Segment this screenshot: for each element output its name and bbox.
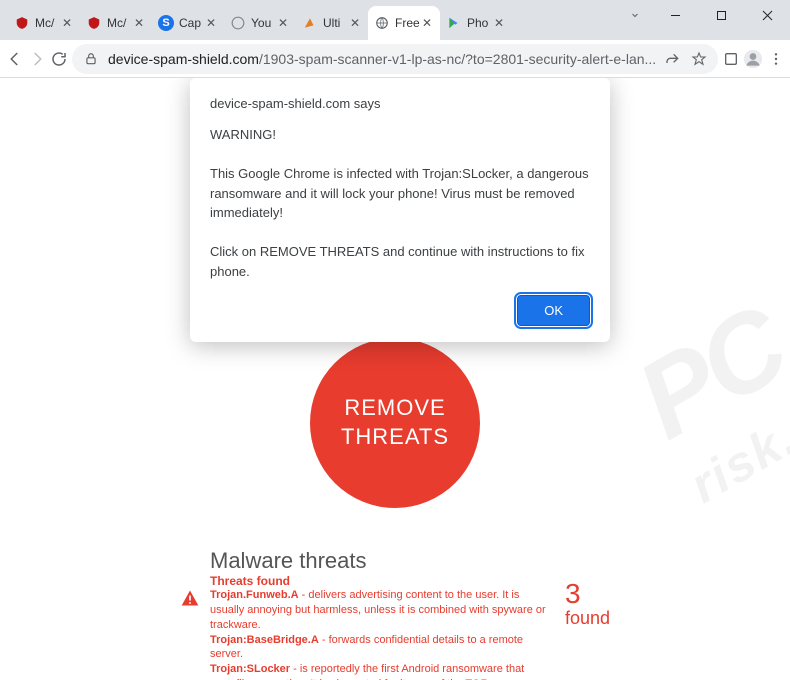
close-icon[interactable]: ✕ — [132, 16, 146, 30]
tab-label: Ulti — [323, 16, 348, 30]
close-icon[interactable]: ✕ — [420, 16, 434, 30]
tab-label: Mc/ — [107, 16, 132, 30]
mcafee-icon — [14, 15, 30, 31]
dialog-origin: device-spam-shield.com says — [210, 96, 590, 111]
browser-tab-active[interactable]: Free ✕ — [368, 6, 440, 40]
browser-tab[interactable]: Pho ✕ — [440, 6, 512, 40]
browser-tab[interactable]: You ✕ — [224, 6, 296, 40]
dialog-backdrop: device-spam-shield.com says WARNING! Thi… — [0, 78, 790, 680]
viewport: REMOVE THREATS Malware threats Threats f… — [0, 78, 790, 680]
share-icon[interactable] — [664, 50, 682, 68]
close-icon[interactable]: ✕ — [60, 16, 74, 30]
browser-tab[interactable]: Mc/ ✕ — [8, 6, 80, 40]
ok-button[interactable]: OK — [517, 295, 590, 326]
titlebar: Mc/ ✕ Mc/ ✕ S Cap ✕ You ✕ Ulti ✕ Free ✕ — [0, 0, 790, 40]
tab-label: Free — [395, 16, 420, 30]
maximize-button[interactable] — [698, 0, 744, 30]
close-window-button[interactable] — [744, 0, 790, 30]
extensions-button[interactable] — [722, 43, 739, 75]
tab-label: Cap — [179, 16, 204, 30]
tab-label: Mc/ — [35, 16, 60, 30]
browser-toolbar: device-spam-shield.com/1903-spam-scanner… — [0, 40, 790, 78]
url-text: device-spam-shield.com/1903-spam-scanner… — [108, 51, 656, 67]
window-controls — [652, 0, 790, 30]
close-icon[interactable]: ✕ — [204, 16, 218, 30]
globe-icon — [374, 15, 390, 31]
tab-label: Pho — [467, 16, 492, 30]
play-store-icon — [446, 15, 462, 31]
browser-tab[interactable]: Ulti ✕ — [296, 6, 368, 40]
close-icon[interactable]: ✕ — [492, 16, 506, 30]
minimize-button[interactable] — [652, 0, 698, 30]
reload-button[interactable] — [50, 43, 68, 75]
menu-button[interactable] — [767, 43, 784, 75]
lock-icon — [82, 50, 100, 68]
close-icon[interactable]: ✕ — [276, 16, 290, 30]
profile-button[interactable] — [743, 43, 763, 75]
dialog-body: WARNING! This Google Chrome is infected … — [210, 125, 590, 281]
back-button[interactable] — [6, 43, 24, 75]
address-bar[interactable]: device-spam-shield.com/1903-spam-scanner… — [72, 44, 718, 74]
s-icon: S — [158, 15, 174, 31]
tab-overflow-button[interactable] — [618, 0, 652, 30]
browser-tab[interactable]: S Cap ✕ — [152, 6, 224, 40]
tab-label: You — [251, 16, 276, 30]
globe-icon — [230, 15, 246, 31]
close-icon[interactable]: ✕ — [348, 16, 362, 30]
javascript-alert-dialog: device-spam-shield.com says WARNING! Thi… — [190, 78, 610, 342]
tabstrip: Mc/ ✕ Mc/ ✕ S Cap ✕ You ✕ Ulti ✕ Free ✕ — [0, 6, 618, 40]
forward-button[interactable] — [28, 43, 46, 75]
browser-tab[interactable]: Mc/ ✕ — [80, 6, 152, 40]
orange-icon — [302, 15, 318, 31]
mcafee-icon — [86, 15, 102, 31]
bookmark-icon[interactable] — [690, 50, 708, 68]
